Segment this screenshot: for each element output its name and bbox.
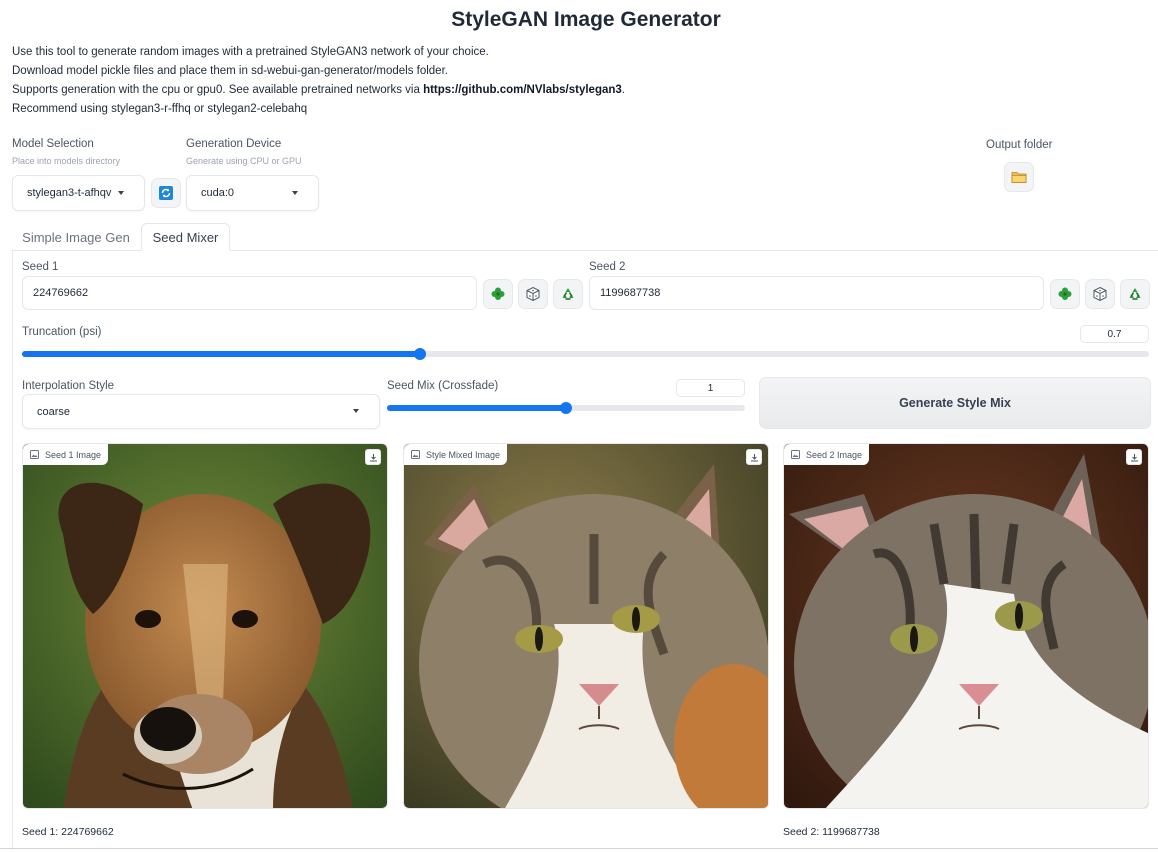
refresh-icon [159, 186, 173, 200]
style-mixed-image-panel: Style Mixed Image [403, 443, 769, 809]
dice-icon [1093, 286, 1107, 302]
page-bottom-border [0, 848, 1158, 849]
seed-2-random-button[interactable] [1085, 279, 1115, 309]
seed-mix-slider[interactable] [387, 402, 745, 414]
style-mixed-image [404, 444, 768, 808]
seed-1-image [23, 444, 387, 808]
chevron-down-icon [118, 191, 124, 195]
truncation-slider-thumb[interactable] [413, 348, 426, 360]
seed-2-image-tag-label: Seed 2 Image [806, 449, 863, 460]
seed-2-label: Seed 2 [589, 261, 626, 273]
seed-2-recycle-button[interactable] [1120, 279, 1150, 309]
generate-style-mix-button[interactable]: Generate Style Mix [759, 377, 1151, 429]
seed-2-image-panel: Seed 2 Image [783, 443, 1149, 809]
image-icon [30, 450, 39, 459]
seed-1-download-button[interactable] [365, 449, 381, 465]
seed-1-image-tag: Seed 1 Image [23, 444, 109, 465]
seed-1-random-button[interactable] [518, 279, 548, 309]
panel-border [12, 250, 13, 850]
description: Use this tool to generate random images … [12, 43, 625, 119]
recycle-icon [1129, 288, 1141, 300]
download-icon [369, 453, 377, 461]
seed-2-input[interactable]: 1199687738 [589, 276, 1044, 310]
model-selection-dropdown[interactable]: stylegan3-t-afhqv [12, 175, 145, 211]
dice-icon [526, 286, 540, 302]
image-icon [791, 450, 800, 459]
model-selection-hint: Place into models directory [12, 156, 121, 166]
seed-1-recycle-button[interactable] [553, 279, 583, 309]
seed-mix-label: Seed Mix (Crossfade) [387, 380, 499, 392]
interpolation-style-label: Interpolation Style [22, 380, 115, 392]
chevron-down-icon [292, 191, 298, 195]
image-icon [411, 450, 420, 459]
model-selection-label: Model Selection [12, 138, 94, 150]
seed-2-image-tag: Seed 2 Image [784, 444, 870, 465]
output-folder-label: Output folder [986, 139, 1053, 151]
truncation-number-input[interactable]: 0.7 [1080, 325, 1149, 343]
style-mixed-image-tag: Style Mixed Image [404, 444, 508, 465]
seed-2-lucky-button[interactable] [1050, 279, 1080, 309]
generation-device-hint: Generate using CPU or GPU [186, 156, 302, 166]
recycle-icon [562, 288, 574, 300]
seed-1-lucky-button[interactable] [483, 279, 513, 309]
download-icon [750, 453, 758, 461]
seed-1-image-panel: Seed 1 Image [22, 443, 388, 809]
page-title: StyleGAN Image Generator [451, 8, 721, 31]
generation-device-dropdown[interactable]: cuda:0 [186, 175, 319, 211]
model-selection-value: stylegan3-t-afhqv [27, 187, 112, 199]
interpolation-style-value: coarse [37, 405, 71, 418]
description-line-3: Supports generation with the cpu or gpu0… [12, 81, 625, 100]
seed-mix-number-input[interactable]: 1 [676, 379, 745, 397]
description-line-1: Use this tool to generate random images … [12, 46, 489, 58]
seed-1-label: Seed 1 [22, 261, 59, 273]
seed-mix-slider-fill [387, 405, 566, 411]
clover-icon [491, 287, 505, 300]
folder-icon [1011, 172, 1027, 183]
style-mixed-download-button[interactable] [746, 449, 762, 465]
description-line-3-suffix: . [621, 84, 625, 96]
chevron-down-icon [353, 409, 359, 413]
seed-1-input[interactable]: 224769662 [22, 276, 477, 310]
refresh-models-button[interactable] [151, 178, 181, 208]
description-line-4: Recommend using stylegan3-r-ffhq or styl… [12, 103, 308, 115]
tab-seed-mixer[interactable]: Seed Mixer [141, 223, 230, 251]
truncation-slider[interactable] [22, 348, 1149, 360]
description-line-3-prefix: Supports generation with the cpu or gpu0… [12, 84, 424, 96]
description-line-2: Download model pickle files and place th… [12, 65, 448, 77]
generation-device-value: cuda:0 [201, 187, 235, 199]
generation-device-label: Generation Device [186, 138, 282, 150]
seed-2-download-button[interactable] [1126, 449, 1142, 465]
clover-icon [1058, 287, 1072, 300]
seed-2-caption: Seed 2: 1199687738 [783, 826, 880, 838]
download-icon [1130, 453, 1138, 461]
seed-1-caption: Seed 1: 224769662 [22, 826, 114, 838]
truncation-slider-fill [22, 351, 420, 357]
github-link[interactable]: https://github.com/NVlabs/stylegan3 [423, 84, 622, 96]
seed-1-image-tag-label: Seed 1 Image [45, 449, 102, 460]
output-folder-button[interactable] [1004, 162, 1034, 192]
interpolation-style-dropdown[interactable]: coarse [22, 394, 380, 429]
style-mixed-image-tag-label: Style Mixed Image [426, 449, 501, 460]
seed-mix-slider-thumb[interactable] [560, 402, 572, 414]
seed-2-image [784, 444, 1148, 808]
truncation-label: Truncation (psi) [22, 326, 102, 338]
tab-simple-image-gen[interactable]: Simple Image Gen [12, 223, 140, 251]
